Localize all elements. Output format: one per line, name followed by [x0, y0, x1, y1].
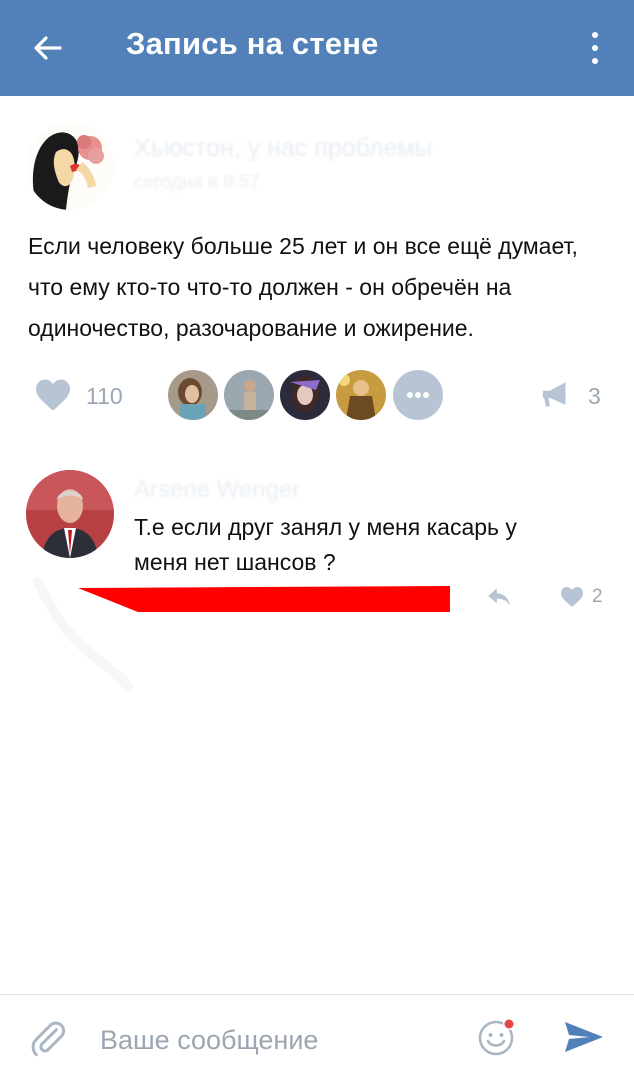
more-likers-button[interactable]	[393, 370, 443, 420]
post-text-line: одиночество, разочарование и ожирение.	[28, 315, 474, 341]
share-button[interactable]	[540, 378, 576, 414]
comment-author-name[interactable]: Arsene Wenger	[134, 476, 300, 504]
app-header: Запись на стене	[0, 0, 634, 96]
heart-icon	[36, 379, 70, 411]
comment-likes-count: 2	[592, 586, 603, 607]
megaphone-icon	[542, 382, 566, 407]
blurred-placeholder	[33, 577, 133, 692]
post-author-avatar[interactable]	[26, 122, 114, 210]
reply-button[interactable]	[486, 586, 514, 610]
message-input[interactable]	[100, 1020, 460, 1060]
heart-icon	[561, 587, 583, 607]
page-title: Запись на стене	[126, 26, 379, 61]
post-text-line: что ему кто-то что-то должен - он обречё…	[28, 274, 512, 300]
post-shares-count: 3	[588, 383, 601, 409]
paperclip-icon	[31, 1021, 66, 1057]
reply-icon	[488, 588, 510, 606]
post-text: Если человеку больше 25 лет и он все ещё…	[28, 226, 608, 349]
like-button[interactable]	[34, 378, 74, 414]
post-text-line: Если человеку больше 25 лет и он все ещё…	[28, 233, 578, 259]
comment-text: Т.е если друг занял у меня касарь у меня…	[134, 510, 604, 580]
send-button[interactable]	[563, 1020, 607, 1056]
composer-divider	[0, 994, 634, 995]
arrow-left-icon	[34, 36, 62, 60]
more-options-button[interactable]	[576, 28, 612, 68]
attach-button[interactable]	[28, 1018, 72, 1062]
more-vertical-icon	[592, 32, 598, 38]
comment-text-line: Т.е если друг занял у меня касарь у	[134, 514, 517, 540]
smiley-icon	[478, 1018, 515, 1056]
comment-like-button[interactable]	[560, 586, 588, 610]
liker-avatar[interactable]	[168, 370, 218, 420]
send-icon	[565, 1022, 603, 1052]
comment-text-line: меня нет шансов ?	[134, 549, 336, 575]
post-author-name[interactable]: Хьюстон, у нас проблемы	[134, 134, 433, 163]
liker-avatar[interactable]	[224, 370, 274, 420]
back-button[interactable]	[22, 22, 74, 74]
liker-avatar[interactable]	[280, 370, 330, 420]
post-likes-count: 110	[86, 383, 123, 409]
post-timestamp: сегодня в 8:57	[134, 172, 261, 193]
emoji-button[interactable]	[476, 1016, 518, 1058]
liker-avatar[interactable]	[336, 370, 386, 420]
comment-author-avatar[interactable]	[26, 470, 114, 558]
